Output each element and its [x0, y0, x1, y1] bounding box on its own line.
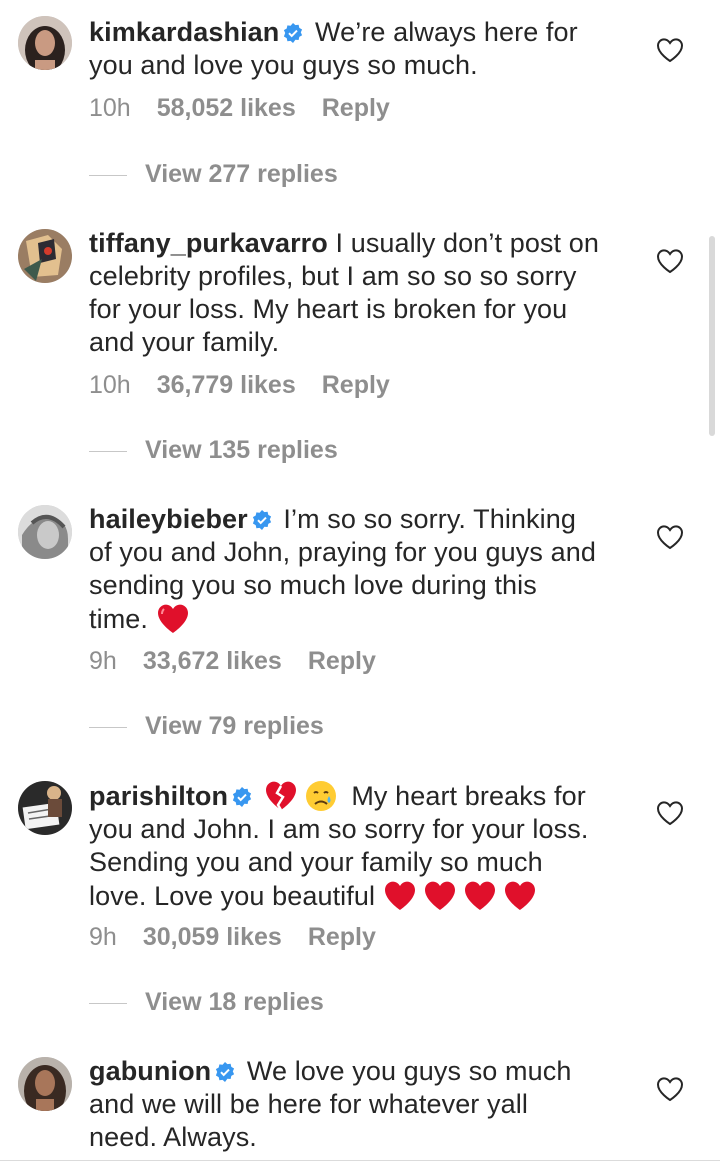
comment-line: I’m so so sorry. Thinking: [283, 504, 576, 534]
red-heart-emoji: [383, 879, 417, 913]
timestamp: 10h: [89, 94, 131, 122]
like-heart-icon[interactable]: [656, 524, 684, 550]
crying-face-emoji: [304, 779, 338, 813]
like-heart-icon[interactable]: [656, 248, 684, 274]
verified-badge-icon: [232, 787, 252, 807]
reply-button[interactable]: Reply: [308, 923, 376, 951]
comment-meta: 10h 36,779 likes Reply: [89, 371, 416, 400]
comment-line: Sending you and your family so much: [89, 847, 543, 877]
verified-badge-icon: [283, 23, 303, 43]
divider: [89, 174, 127, 176]
like-heart-icon[interactable]: [656, 1076, 684, 1102]
divider: [89, 726, 127, 728]
comment-line: love. Love you beautiful: [89, 881, 376, 911]
timestamp: 10h: [89, 371, 131, 399]
view-replies-button[interactable]: View 135 replies: [89, 436, 338, 465]
reply-button[interactable]: Reply: [322, 371, 390, 399]
username[interactable]: gabunion: [89, 1056, 211, 1086]
avatar[interactable]: [18, 781, 72, 835]
comment-line: celebrity profiles, but I am so so so so…: [89, 261, 577, 291]
comment-line: for your loss. My heart is broken for yo…: [89, 294, 568, 324]
timestamp: 9h: [89, 923, 117, 951]
avatar[interactable]: [18, 16, 72, 70]
likes-count[interactable]: 33,672 likes: [143, 647, 282, 675]
comment-line: need. Always.: [89, 1122, 257, 1152]
divider: [89, 450, 127, 452]
username[interactable]: kimkardashian: [89, 17, 279, 47]
red-heart-emoji: [423, 879, 457, 913]
comment-meta: 9h 30,059 likes Reply: [89, 923, 402, 952]
avatar[interactable]: [18, 1057, 72, 1111]
comment-line: and your family.: [89, 327, 280, 357]
comment-text: haileybieber I’m so so sorry. Thinking of…: [89, 503, 629, 636]
like-heart-icon[interactable]: [656, 800, 684, 826]
comment-meta: 10h 58,052 likes Reply: [89, 94, 416, 123]
comment-line: and we will be here for whatever yall: [89, 1089, 528, 1119]
view-replies-button[interactable]: View 79 replies: [89, 712, 324, 741]
scrollbar[interactable]: [709, 236, 715, 436]
comment-line: We love you guys so much: [246, 1056, 572, 1086]
username[interactable]: haileybieber: [89, 504, 248, 534]
comment-text: tiffany_purkavarro I usually don’t post …: [89, 227, 629, 359]
avatar[interactable]: [18, 505, 72, 559]
reply-button[interactable]: Reply: [322, 94, 390, 122]
comment-text: kimkardashian We’re always here for you a…: [89, 16, 629, 82]
comment-line: you and love you guys so much.: [89, 50, 478, 80]
view-replies-button[interactable]: View 18 replies: [89, 988, 324, 1017]
comment-line: time.: [89, 604, 149, 634]
comment-line: We’re always here for: [315, 17, 578, 47]
username[interactable]: parishilton: [89, 781, 228, 811]
likes-count[interactable]: 30,059 likes: [143, 923, 282, 951]
comment-meta: 9h 33,672 likes Reply: [89, 647, 402, 676]
red-heart-emoji: [463, 879, 497, 913]
comment-line: you and John. I am so sorry for your los…: [89, 814, 589, 844]
username[interactable]: tiffany_purkavarro: [89, 228, 328, 258]
divider: [89, 1002, 127, 1004]
divider: [0, 1160, 720, 1161]
broken-heart-emoji: [264, 779, 298, 813]
comment-line: sending you so much love during this: [89, 570, 537, 600]
comment-text: parishilton My heart breaks for you and J…: [89, 779, 629, 913]
comment-line: My heart breaks for: [351, 781, 586, 811]
likes-count[interactable]: 36,779 likes: [157, 371, 296, 399]
timestamp: 9h: [89, 647, 117, 675]
red-heart-emoji: [156, 602, 190, 636]
avatar[interactable]: [18, 229, 72, 283]
comment-text: gabunion We love you guys so much and we …: [89, 1055, 629, 1154]
verified-badge-icon: [252, 510, 272, 530]
likes-count[interactable]: 58,052 likes: [157, 94, 296, 122]
comment-line: of you and John, praying for you guys an…: [89, 537, 596, 567]
red-heart-emoji: [503, 879, 537, 913]
comment-line: I usually don’t post on: [335, 228, 599, 258]
view-replies-button[interactable]: View 277 replies: [89, 160, 338, 189]
reply-button[interactable]: Reply: [308, 647, 376, 675]
verified-badge-icon: [215, 1062, 235, 1082]
like-heart-icon[interactable]: [656, 37, 684, 63]
